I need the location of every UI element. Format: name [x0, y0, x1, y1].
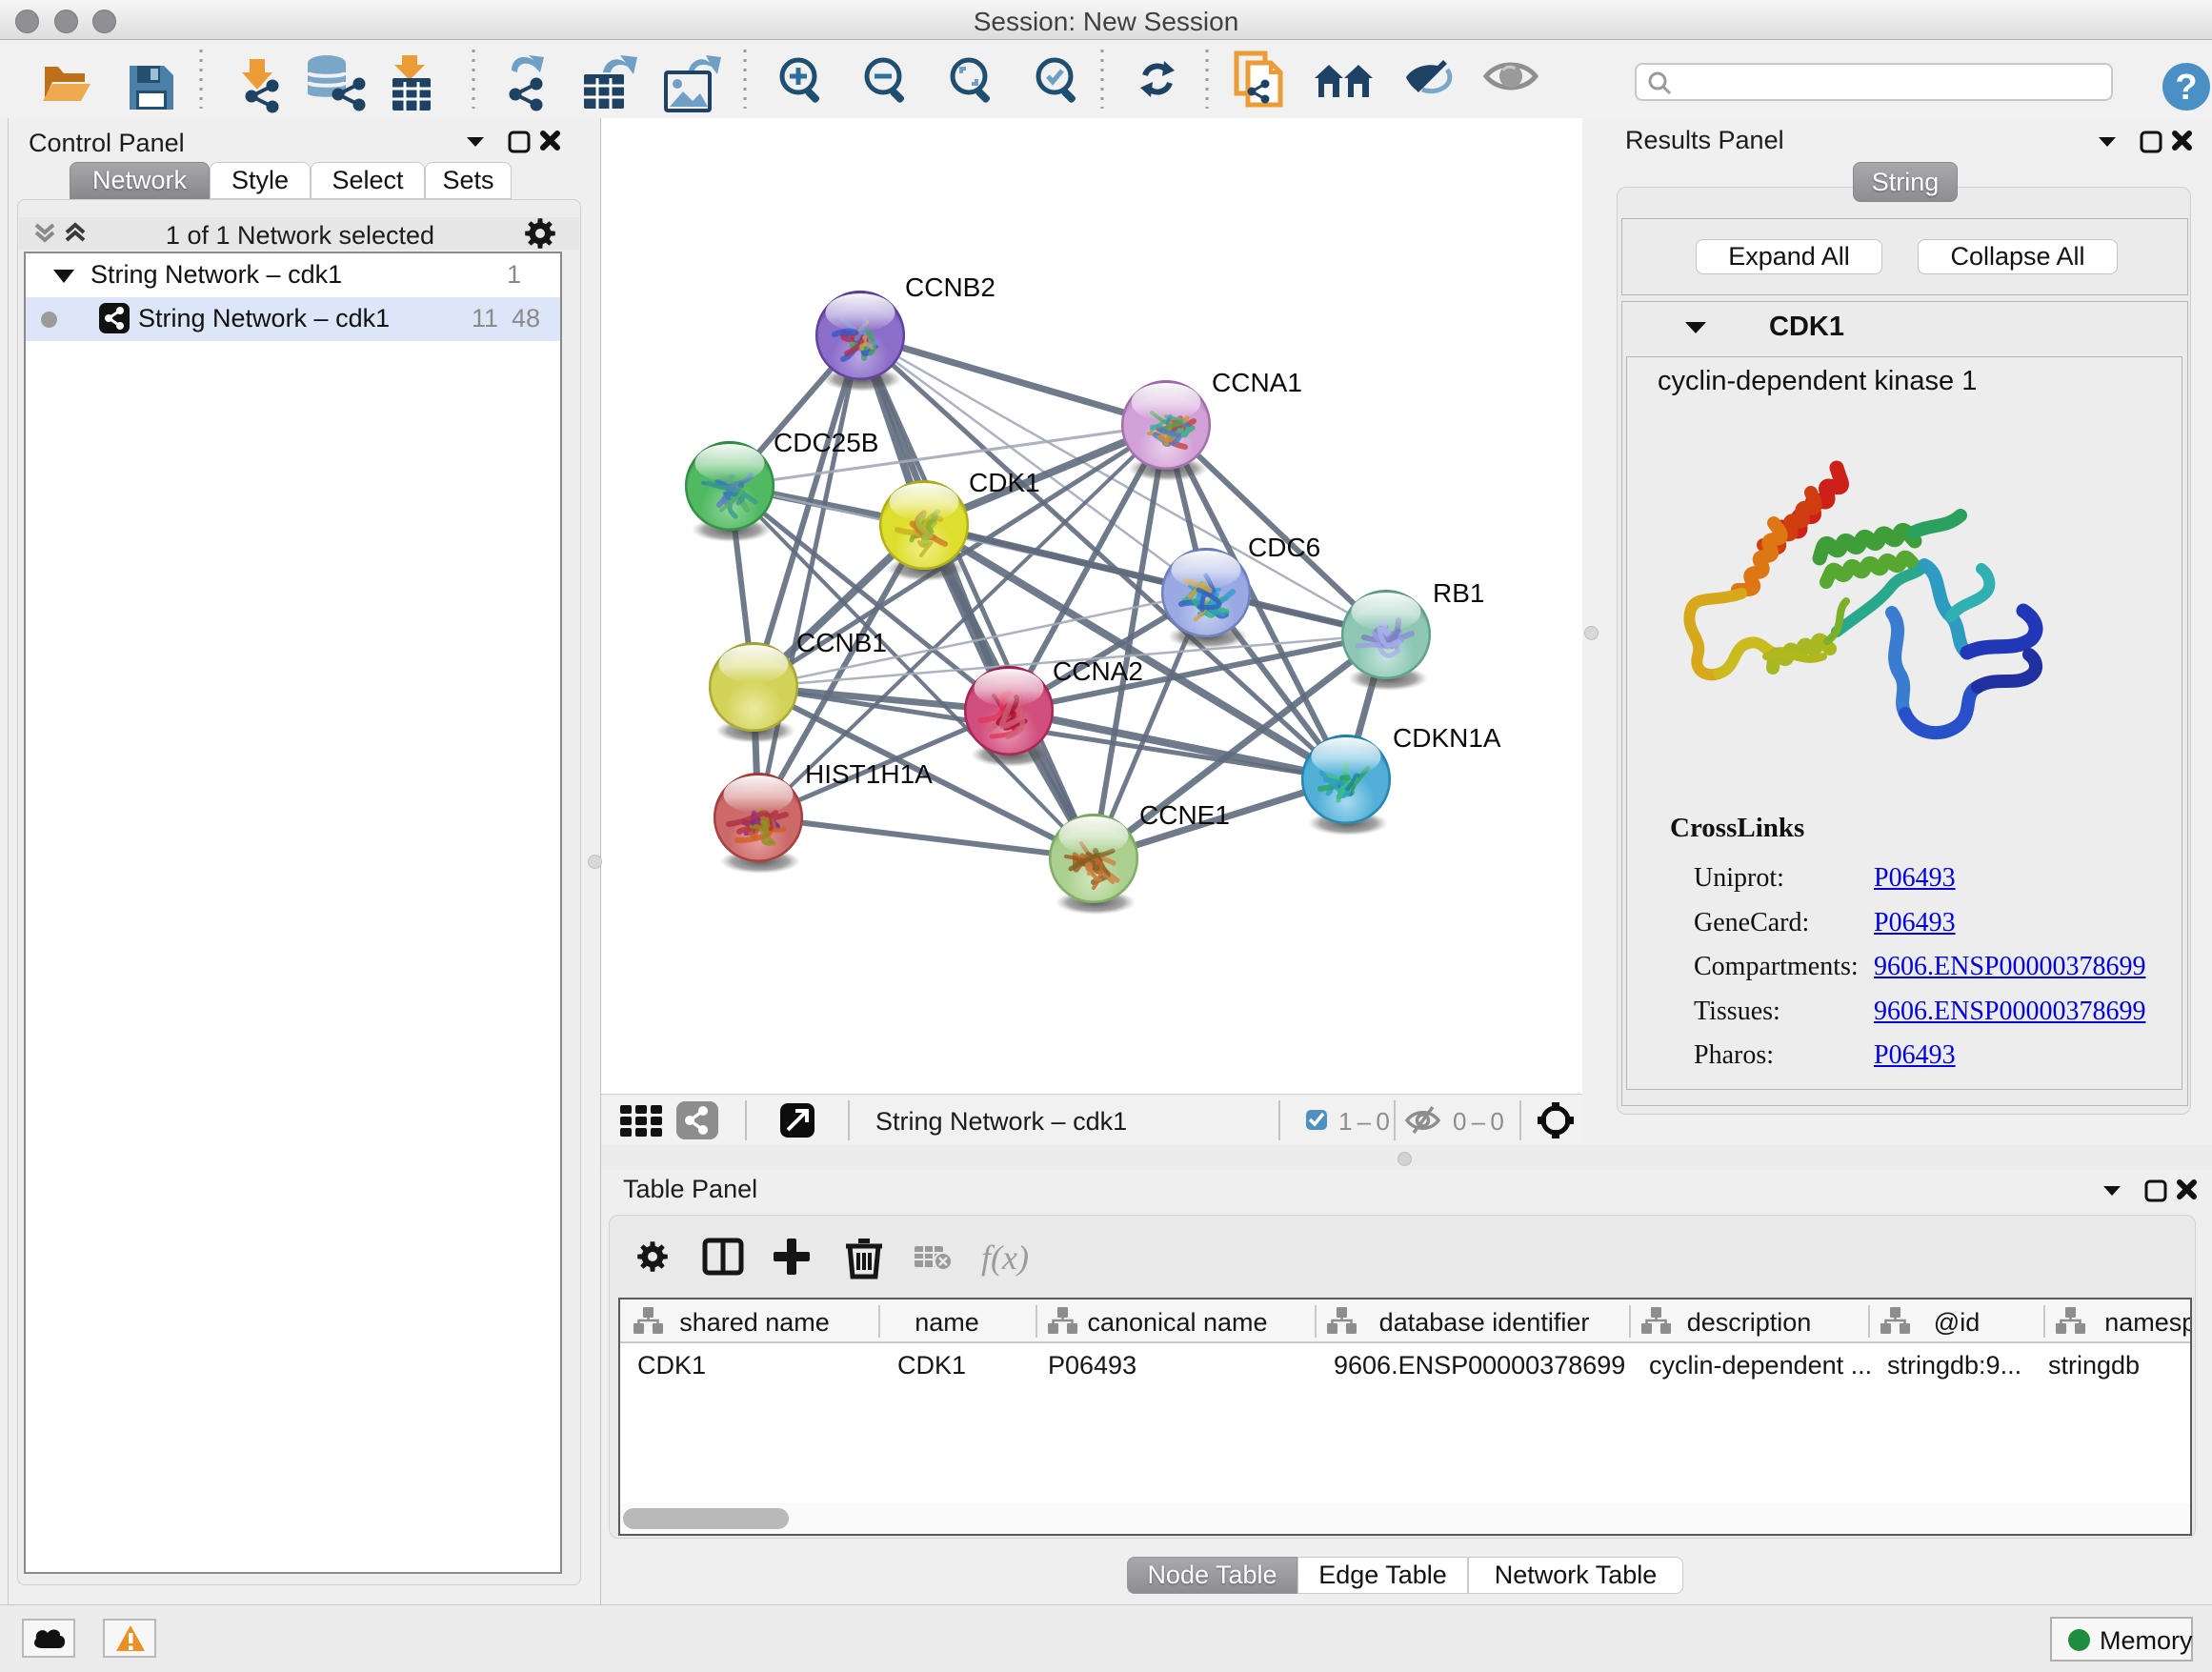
svg-text:CDK1: CDK1	[897, 1351, 966, 1380]
svg-text:stringdb:9...: stringdb:9...	[1887, 1351, 2021, 1380]
svg-text:P06493: P06493	[1048, 1351, 1136, 1380]
svg-text:CCNB2: CCNB2	[905, 272, 995, 302]
svg-text:0 – 0: 0 – 0	[1453, 1107, 1504, 1136]
svg-text:@id: @id	[1934, 1308, 1980, 1337]
svg-text:CCNB1: CCNB1	[796, 628, 887, 657]
svg-text:9606.ENSP00000378699: 9606.ENSP00000378699	[1334, 1351, 1625, 1380]
svg-text:CDK1: CDK1	[637, 1351, 706, 1380]
svg-text:namespace: namespace	[2104, 1308, 2190, 1337]
svg-text:CDC6: CDC6	[1248, 533, 1320, 562]
svg-text:CDC25B: CDC25B	[774, 428, 878, 457]
svg-text:?: ?	[2175, 68, 2197, 108]
svg-text:CDK1: CDK1	[969, 468, 1040, 497]
svg-text:CCNE1: CCNE1	[1139, 800, 1230, 830]
svg-text:name: name	[915, 1308, 979, 1337]
svg-text:stringdb: stringdb	[2048, 1351, 2140, 1380]
svg-text:description: description	[1687, 1308, 1812, 1337]
svg-text:CCNA2: CCNA2	[1053, 656, 1143, 686]
svg-text:shared name: shared name	[679, 1308, 830, 1337]
svg-text:String Network – cdk1: String Network – cdk1	[875, 1107, 1127, 1136]
svg-text:f(x): f(x)	[981, 1239, 1029, 1277]
svg-text:CCNA1: CCNA1	[1212, 368, 1302, 397]
svg-text:canonical name: canonical name	[1087, 1308, 1267, 1337]
svg-text:RB1: RB1	[1433, 578, 1484, 608]
svg-text:HIST1H1A: HIST1H1A	[805, 759, 933, 789]
svg-text:database identifier: database identifier	[1379, 1308, 1590, 1337]
svg-text:CDKN1A: CDKN1A	[1393, 723, 1501, 753]
svg-text:1 – 0: 1 – 0	[1338, 1107, 1390, 1136]
svg-text:cyclin-dependent ...: cyclin-dependent ...	[1649, 1351, 1872, 1380]
